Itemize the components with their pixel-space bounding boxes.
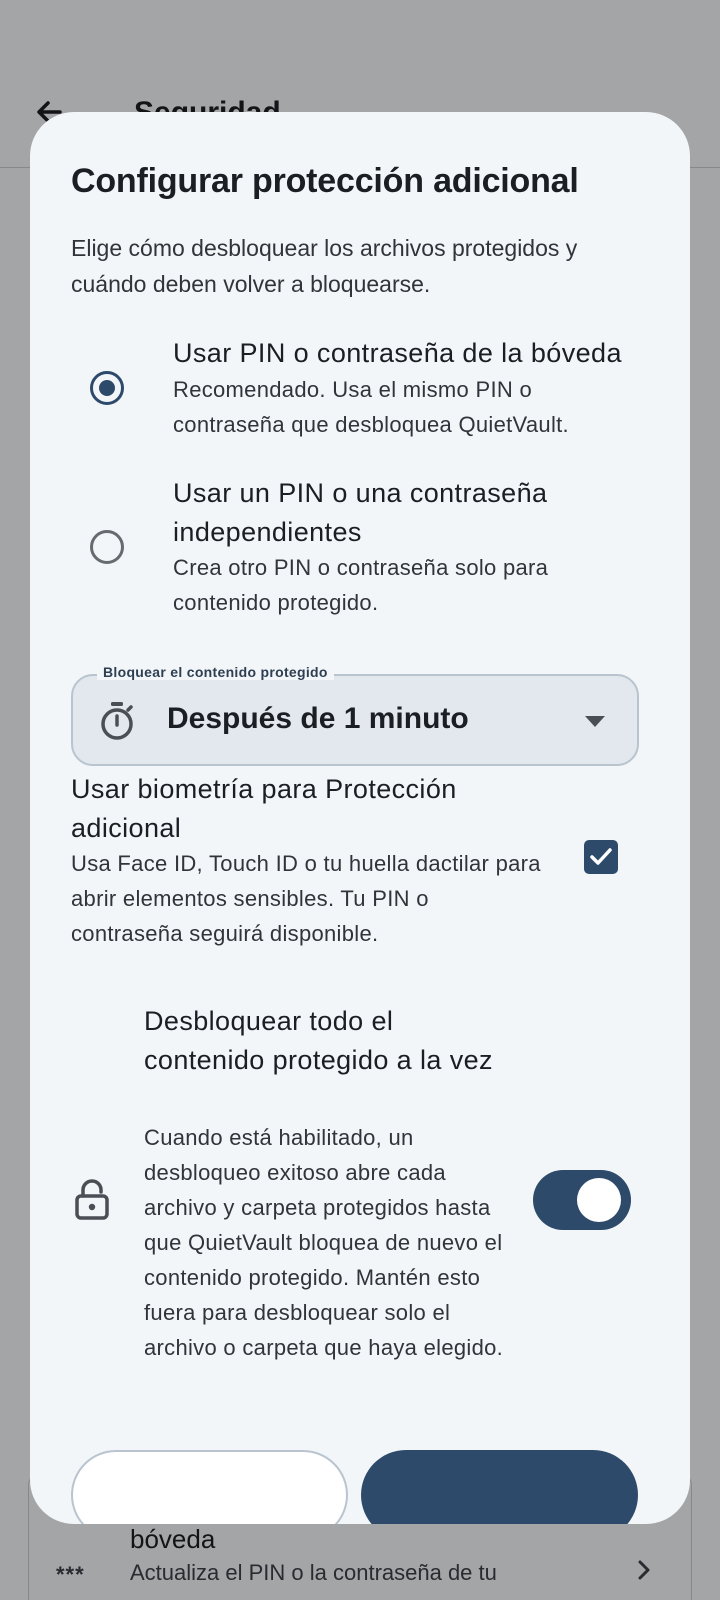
unlock-all-toggle[interactable]	[533, 1170, 631, 1230]
dropdown-arrow-icon	[585, 716, 605, 727]
timer-icon	[101, 702, 133, 740]
radio-vault-pin[interactable]	[90, 371, 124, 405]
check-icon	[590, 848, 612, 865]
option-separate-pin-title: Usar un PIN o una contraseña independien…	[173, 478, 548, 547]
cancel-button[interactable]	[71, 1450, 348, 1524]
dialog-title: Configurar protección adicional	[71, 162, 579, 200]
biometrics-subtitle: Usa Face ID, Touch ID o tu huella dactil…	[71, 851, 541, 946]
option-vault-pin-subtitle: Recomendado. Usa el mismo PIN o contrase…	[173, 377, 569, 437]
toggle-knob	[577, 1178, 621, 1222]
protection-dialog: Configurar protección adicional Elige có…	[30, 112, 690, 1524]
dropdown-selected-value: Después de 1 minuto	[167, 702, 469, 735]
dropdown-label: Bloquear el contenido protegido	[97, 664, 334, 680]
option-separate-pin-subtitle: Crea otro PIN o contraseña solo para con…	[173, 555, 549, 615]
radio-separate-pin[interactable]	[90, 530, 124, 564]
lock-timeout-dropdown[interactable]: Bloquear el contenido protegido Después …	[71, 664, 639, 766]
unlock-all-subtitle: Cuando está habilitado, un desbloqueo ex…	[144, 1125, 504, 1360]
biometrics-title: Usar biometría para Protección adicional	[71, 774, 457, 843]
option-vault-pin-title: Usar PIN o contraseña de la bóveda	[173, 338, 622, 368]
dialog-description: Elige cómo desbloquear los archivos prot…	[71, 235, 578, 297]
lock-icon	[75, 1179, 109, 1220]
biometrics-checkbox[interactable]	[584, 840, 618, 874]
save-button[interactable]	[361, 1450, 638, 1524]
unlock-all-title: Desbloquear todo el contenido protegido …	[144, 1006, 493, 1075]
